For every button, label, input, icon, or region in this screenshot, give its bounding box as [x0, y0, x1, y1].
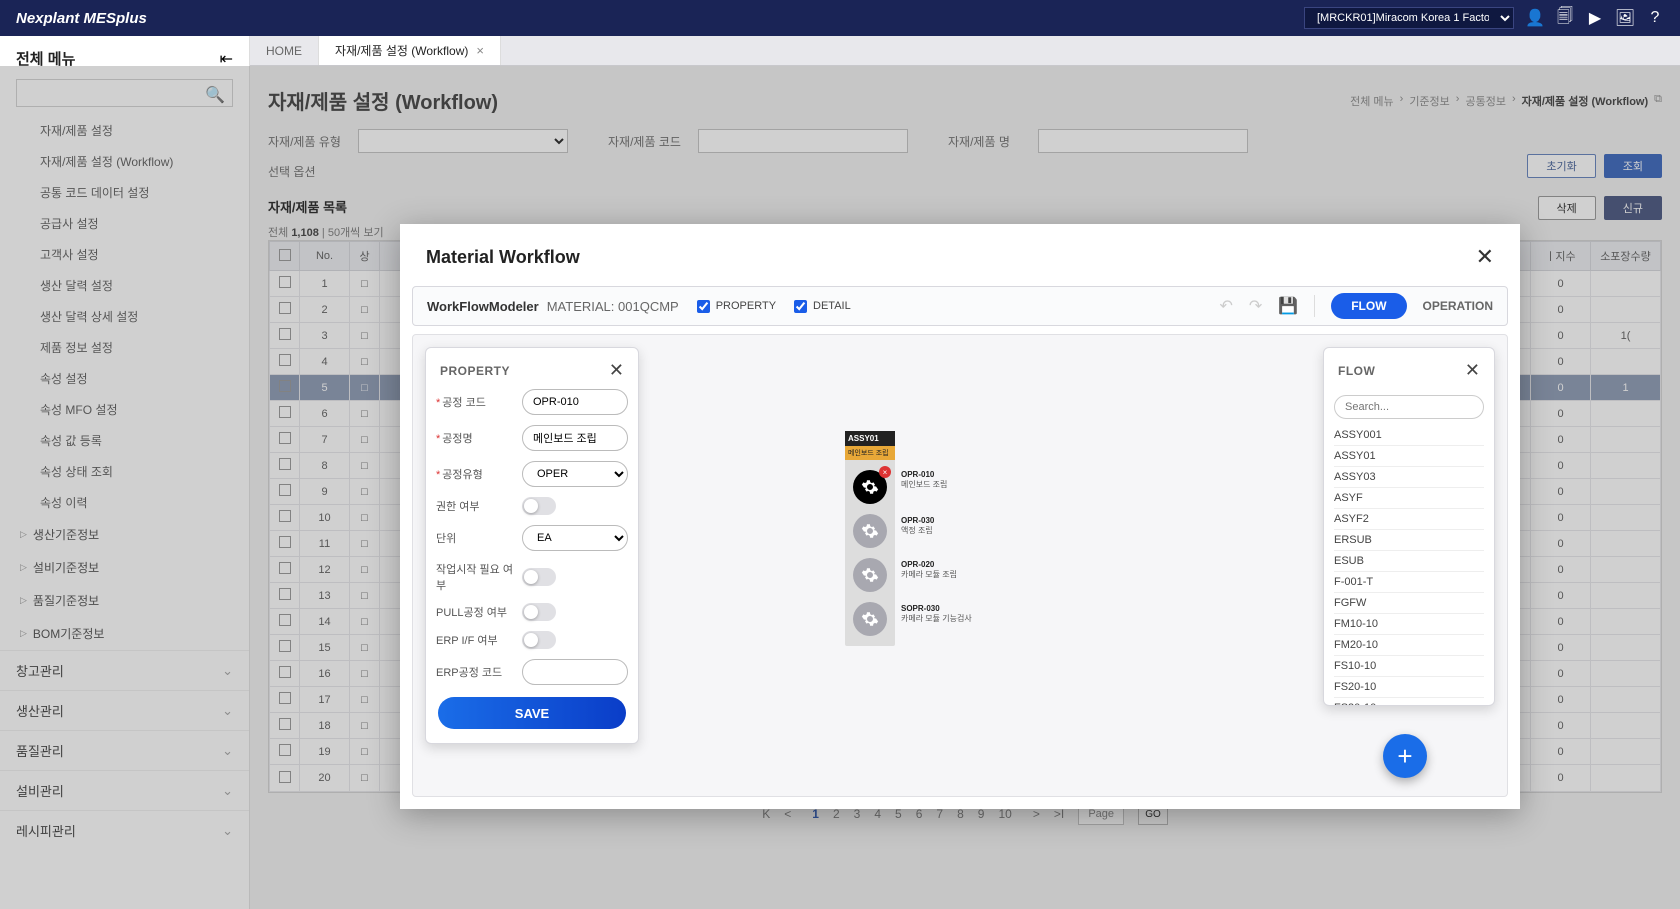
tabbar: HOME 자재/제품 설정 (Workflow) ×	[0, 36, 1680, 66]
flow-close-icon[interactable]: ✕	[1465, 360, 1480, 381]
flow-item[interactable]: FS10-10	[1334, 656, 1484, 677]
prop-perm-toggle[interactable]	[522, 497, 556, 515]
operation-tab[interactable]: OPERATION	[1423, 299, 1493, 313]
prop-pull-toggle[interactable]	[522, 603, 556, 621]
modeler-name: WorkFlowModeler	[427, 299, 539, 314]
modeler-material: MATERIAL: 001QCMP	[547, 299, 679, 314]
prop-erpcode-input[interactable]	[522, 659, 628, 685]
copy-icon[interactable]: 🗐	[1556, 9, 1574, 27]
flow-item[interactable]: ASYF	[1334, 488, 1484, 509]
workflow-node[interactable]: OPR-020카메라 모듈 조립	[853, 558, 887, 592]
brand-logo: Nexplant MESplus	[16, 10, 147, 27]
flow-panel-title: FLOW	[1338, 364, 1375, 378]
chk-detail[interactable]: DETAIL	[794, 300, 851, 313]
prop-code-input[interactable]	[522, 389, 628, 415]
flow-item[interactable]: ASSY01	[1334, 446, 1484, 467]
property-panel-title: PROPERTY	[440, 364, 510, 378]
workflow-group[interactable]: ASSY01 메인보드 조립 ×OPR-010메인보드 조립OPR-030액정 …	[845, 431, 895, 646]
property-panel: PROPERTY ✕ *공정 코드 *공정명 *공정유형 OPER	[425, 347, 639, 744]
user-icon[interactable]: 👤	[1526, 9, 1544, 27]
flow-item[interactable]: FM20-10	[1334, 635, 1484, 656]
flow-item[interactable]: ASSY03	[1334, 467, 1484, 488]
topbar: Nexplant MESplus [MRCKR01]Miracom Korea …	[0, 0, 1680, 36]
flow-item[interactable]: ESUB	[1334, 551, 1484, 572]
undo-icon[interactable]: ↶	[1219, 296, 1232, 316]
modeler-bar: WorkFlowModeler MATERIAL: 001QCMP PROPER…	[412, 286, 1508, 326]
workflow-node[interactable]: SOPR-030카메라 모듈 기능검사	[853, 602, 887, 636]
modal-material-workflow: Material Workflow ✕ WorkFlowModeler MATE…	[400, 224, 1520, 809]
property-close-icon[interactable]: ✕	[609, 360, 624, 381]
tab-home[interactable]: HOME	[250, 36, 319, 65]
flow-item[interactable]: FS30-10	[1334, 698, 1484, 705]
flow-button[interactable]: FLOW	[1331, 293, 1406, 319]
workflow-node[interactable]: OPR-030액정 조립	[853, 514, 887, 548]
add-fab[interactable]: +	[1383, 734, 1427, 778]
flow-item[interactable]: FS20-10	[1334, 677, 1484, 698]
modal-title: Material Workflow	[426, 247, 580, 268]
prop-name-input[interactable]	[522, 425, 628, 451]
flow-search-input[interactable]	[1334, 395, 1484, 419]
flow-item[interactable]: ASSY001	[1334, 425, 1484, 446]
flow-item[interactable]: ERSUB	[1334, 530, 1484, 551]
close-icon[interactable]: ×	[476, 43, 484, 58]
workflow-node[interactable]: ×OPR-010메인보드 조립	[853, 470, 887, 504]
save-button[interactable]: SAVE	[438, 697, 626, 729]
image-icon[interactable]: 🖼	[1616, 9, 1634, 27]
redo-icon[interactable]: ↷	[1249, 296, 1262, 316]
flow-item[interactable]: FM10-10	[1334, 614, 1484, 635]
prop-unit-select[interactable]: EA	[522, 525, 628, 551]
chk-property[interactable]: PROPERTY	[697, 300, 776, 313]
play-icon[interactable]: ▶	[1586, 9, 1604, 27]
delete-node-icon[interactable]: ×	[879, 466, 891, 478]
factory-select[interactable]: [MRCKR01]Miracom Korea 1 Factory	[1304, 7, 1514, 29]
flow-panel: FLOW ✕ ASSY001ASSY01ASSY03ASYFASYF2ERSUB…	[1323, 347, 1495, 706]
tab-workflow[interactable]: 자재/제품 설정 (Workflow) ×	[319, 36, 501, 65]
flow-item[interactable]: F-001-T	[1334, 572, 1484, 593]
prop-erp-toggle[interactable]	[522, 631, 556, 649]
prop-type-select[interactable]: OPER	[522, 461, 628, 487]
modal-close-icon[interactable]: ✕	[1476, 244, 1494, 270]
flow-item[interactable]: ASYF2	[1334, 509, 1484, 530]
flow-item[interactable]: FGFW	[1334, 593, 1484, 614]
prop-start-toggle[interactable]	[522, 568, 556, 586]
save-icon[interactable]: 💾	[1278, 296, 1298, 316]
help-icon[interactable]: ?	[1646, 9, 1664, 27]
workflow-canvas[interactable]: PROPERTY ✕ *공정 코드 *공정명 *공정유형 OPER	[412, 334, 1508, 797]
